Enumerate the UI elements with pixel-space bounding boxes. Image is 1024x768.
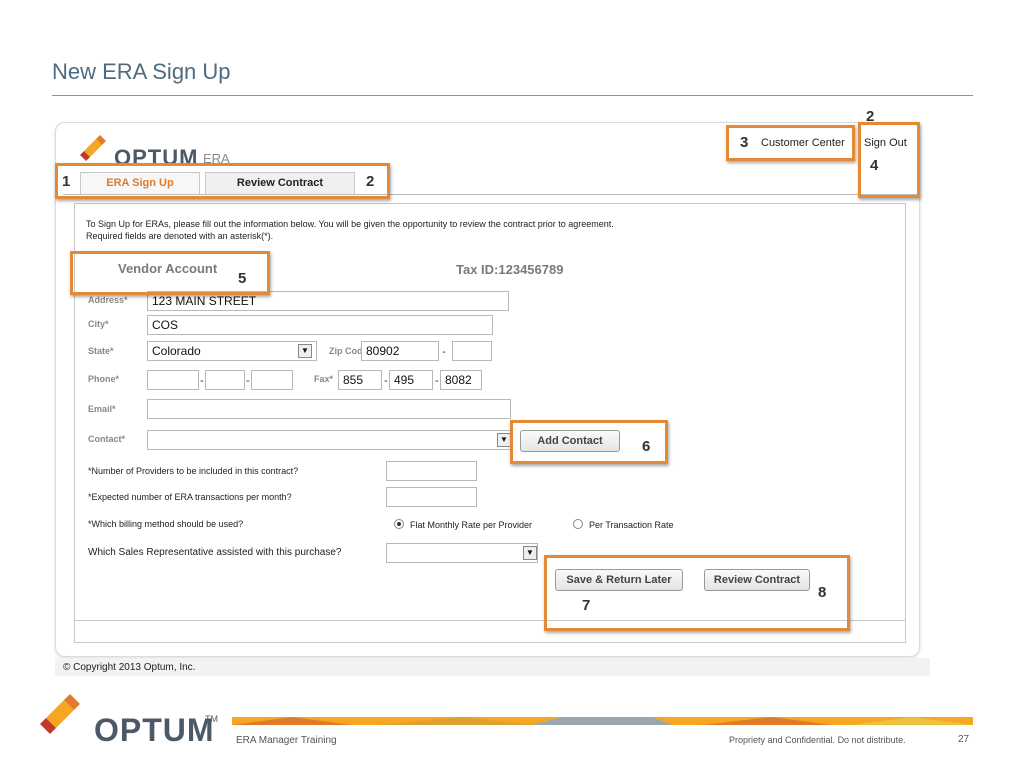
zip-dash: - — [442, 346, 446, 358]
phone-label: Phone* — [88, 374, 120, 384]
footer-color-band — [232, 717, 973, 725]
chevron-down-icon[interactable]: ▼ — [523, 546, 537, 560]
page-number: 27 — [958, 734, 970, 745]
app-logo: OPTUM ERA Manager — [80, 131, 280, 167]
phone-prefix-input[interactable] — [205, 370, 245, 390]
callout-number-7: 7 — [582, 597, 591, 614]
callout-number-2: 2 — [366, 173, 375, 190]
contact-select[interactable] — [147, 430, 511, 450]
fax-prefix-input[interactable]: 495 — [389, 370, 433, 390]
title-divider — [52, 95, 973, 96]
footer-logo-text: OPTUM — [94, 712, 215, 748]
providers-input[interactable] — [386, 461, 477, 481]
radio-flat-monthly[interactable] — [394, 519, 404, 529]
callout-number-4: 4 — [870, 157, 879, 174]
footer-left-text: ERA Manager Training — [236, 735, 337, 746]
transactions-input[interactable] — [386, 487, 477, 507]
fax-line-input[interactable]: 8082 — [440, 370, 482, 390]
phone-area-input[interactable] — [147, 370, 199, 390]
callout-number-8: 8 — [818, 584, 827, 601]
fax-label: Fax* — [314, 374, 334, 384]
optum-footer-logo-icon — [40, 694, 80, 734]
email-input[interactable] — [147, 399, 511, 419]
callout-number-3: 3 — [740, 134, 749, 151]
intro-line-2: Required fields are denoted with an aste… — [86, 231, 274, 241]
optum-logo-icon — [80, 135, 106, 161]
callout-number-6: 6 — [642, 438, 651, 455]
email-label: Email* — [88, 404, 116, 414]
city-label: City* — [88, 319, 109, 329]
slide-title: New ERA Sign Up — [52, 59, 231, 84]
footer-confidential-text: Propriety and Confidential. Do not distr… — [729, 735, 906, 745]
zip-ext-input[interactable] — [452, 341, 492, 361]
city-input[interactable]: COS — [147, 315, 493, 335]
fax-dash-1: - — [384, 375, 388, 387]
billing-option-flat-label: Flat Monthly Rate per Provider — [410, 520, 533, 530]
radio-per-transaction[interactable] — [573, 519, 583, 529]
footer-logo-tm: TM — [205, 714, 218, 724]
contact-label: Contact* — [88, 434, 126, 444]
state-label: State* — [88, 346, 114, 356]
providers-question: *Number of Providers to be included in t… — [88, 466, 299, 476]
phone-dash-2: - — [246, 375, 250, 387]
phone-dash-1: - — [200, 375, 204, 387]
phone-line-input[interactable] — [251, 370, 293, 390]
callout-number-5: 5 — [238, 270, 247, 287]
callout-box-action-buttons — [544, 555, 850, 631]
callout-number-2-top: 2 — [866, 108, 875, 125]
chevron-down-icon[interactable]: ▼ — [497, 433, 511, 447]
billing-question: *Which billing method should be used? — [88, 519, 244, 529]
address-label: Address* — [88, 295, 128, 305]
fax-area-input[interactable]: 855 — [338, 370, 382, 390]
sales-rep-question: Which Sales Representative assisted with… — [88, 547, 342, 558]
callout-box-tabs — [55, 163, 390, 199]
copyright-bar: © Copyright 2013 Optum, Inc. — [55, 658, 930, 676]
intro-text: To Sign Up for ERAs, please fill out the… — [86, 218, 614, 242]
sales-rep-select[interactable] — [386, 543, 538, 563]
billing-option-transaction-label: Per Transaction Rate — [589, 520, 674, 530]
callout-number-1: 1 — [62, 173, 71, 190]
zip-code-input[interactable]: 80902 — [361, 341, 439, 361]
callout-box-sign-out — [858, 122, 920, 198]
state-select[interactable]: Colorado — [147, 341, 317, 361]
fax-dash-2: - — [435, 375, 439, 387]
transactions-question: *Expected number of ERA transactions per… — [88, 492, 292, 502]
tax-id-label: Tax ID:123456789 — [456, 262, 564, 277]
chevron-down-icon[interactable]: ▼ — [298, 344, 312, 358]
intro-line-1: To Sign Up for ERAs, please fill out the… — [86, 219, 614, 229]
state-select-value: Colorado — [152, 344, 201, 358]
